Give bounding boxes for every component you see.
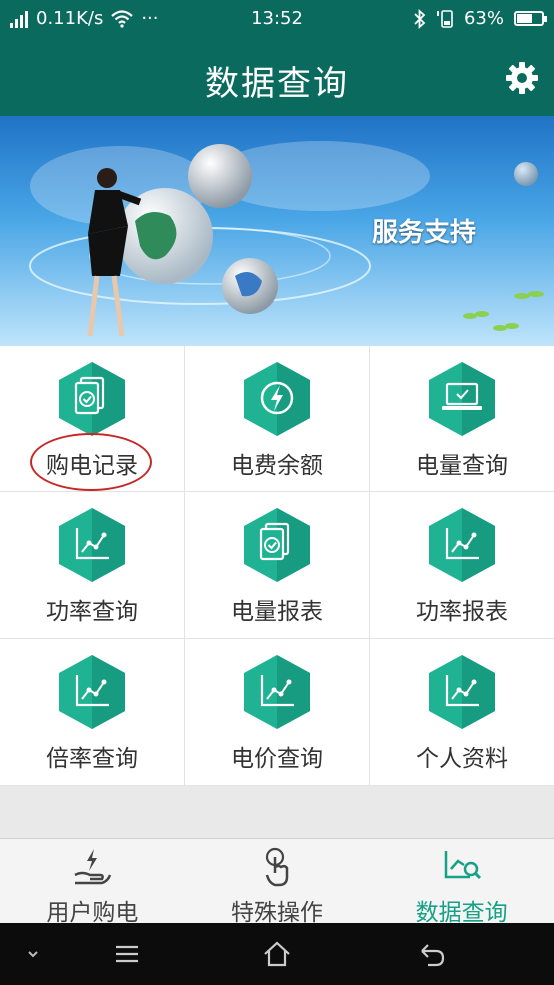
grid-item-label: 个人资料 <box>416 746 508 772</box>
function-grid: 购电记录 电费余额 电量查询 功率查询 电量报表 功率报表 倍率查询 电价查询 … <box>0 346 554 786</box>
tab-special-operation[interactable]: 特殊操作 <box>185 839 370 926</box>
banner-caption: 服务支持 <box>372 218 477 248</box>
grid-item-label: 功率查询 <box>46 599 138 625</box>
battery-percent: 63% <box>463 8 504 29</box>
gear-icon[interactable] <box>504 60 540 96</box>
annotation-oval <box>30 433 152 491</box>
chevron-down-icon[interactable] <box>16 937 50 971</box>
grid-item-label: 电量报表 <box>231 599 323 625</box>
bluetooth-icon <box>414 8 426 29</box>
lightning-circle-icon <box>244 362 310 436</box>
hand-lightning-icon <box>74 849 112 885</box>
grid-item-label: 倍率查询 <box>46 746 138 772</box>
grid-item-label: 功率报表 <box>416 599 508 625</box>
line-chart-icon <box>59 655 125 729</box>
menu-icon[interactable] <box>110 937 144 971</box>
documents-check-icon <box>244 508 310 582</box>
documents-check-icon <box>59 362 125 436</box>
grid-item-ratio-query[interactable]: 倍率查询 <box>0 639 185 786</box>
tab-label: 特殊操作 <box>231 900 323 926</box>
app-header: 数据查询 <box>0 40 554 116</box>
battery-icon <box>514 11 547 26</box>
laptop-icon <box>429 362 495 436</box>
grid-item-consumption-report[interactable]: 电量报表 <box>185 492 370 639</box>
grid-item-balance[interactable]: 电费余额 <box>185 346 370 492</box>
bottom-tab-bar: 用户购电 特殊操作 数据查询 <box>0 838 554 926</box>
grid-item-profile[interactable]: 个人资料 <box>370 639 554 786</box>
line-chart-icon <box>59 508 125 582</box>
touch-hand-icon <box>265 847 289 887</box>
grid-item-power-query[interactable]: 功率查询 <box>0 492 185 639</box>
grid-item-consumption-query[interactable]: 电量查询 <box>370 346 554 492</box>
tab-data-query[interactable]: 数据查询 <box>369 839 554 926</box>
tab-user-purchase[interactable]: 用户购电 <box>0 839 185 926</box>
tab-label: 用户购电 <box>46 900 139 926</box>
system-nav-bar <box>0 923 554 985</box>
status-bar: 0.11K/s ··· 13:52 63% <box>0 0 554 40</box>
grid-item-label: 电费余额 <box>231 453 323 479</box>
page-title: 数据查询 <box>205 64 349 104</box>
home-icon[interactable] <box>260 937 294 971</box>
grid-item-power-report[interactable]: 功率报表 <box>370 492 554 639</box>
grid-item-price-query[interactable]: 电价查询 <box>185 639 370 786</box>
grid-item-label: 电价查询 <box>231 746 323 772</box>
status-right: 63% <box>414 8 547 29</box>
back-icon[interactable] <box>414 937 448 971</box>
chart-search-icon <box>444 851 481 880</box>
line-chart-icon <box>429 655 495 729</box>
service-banner[interactable]: 服务支持 <box>0 116 554 346</box>
phone-signal-icon <box>436 9 453 28</box>
line-chart-icon <box>244 655 310 729</box>
line-chart-icon <box>429 508 495 582</box>
grid-item-label: 电量查询 <box>416 453 508 479</box>
tab-label: 数据查询 <box>415 900 508 926</box>
